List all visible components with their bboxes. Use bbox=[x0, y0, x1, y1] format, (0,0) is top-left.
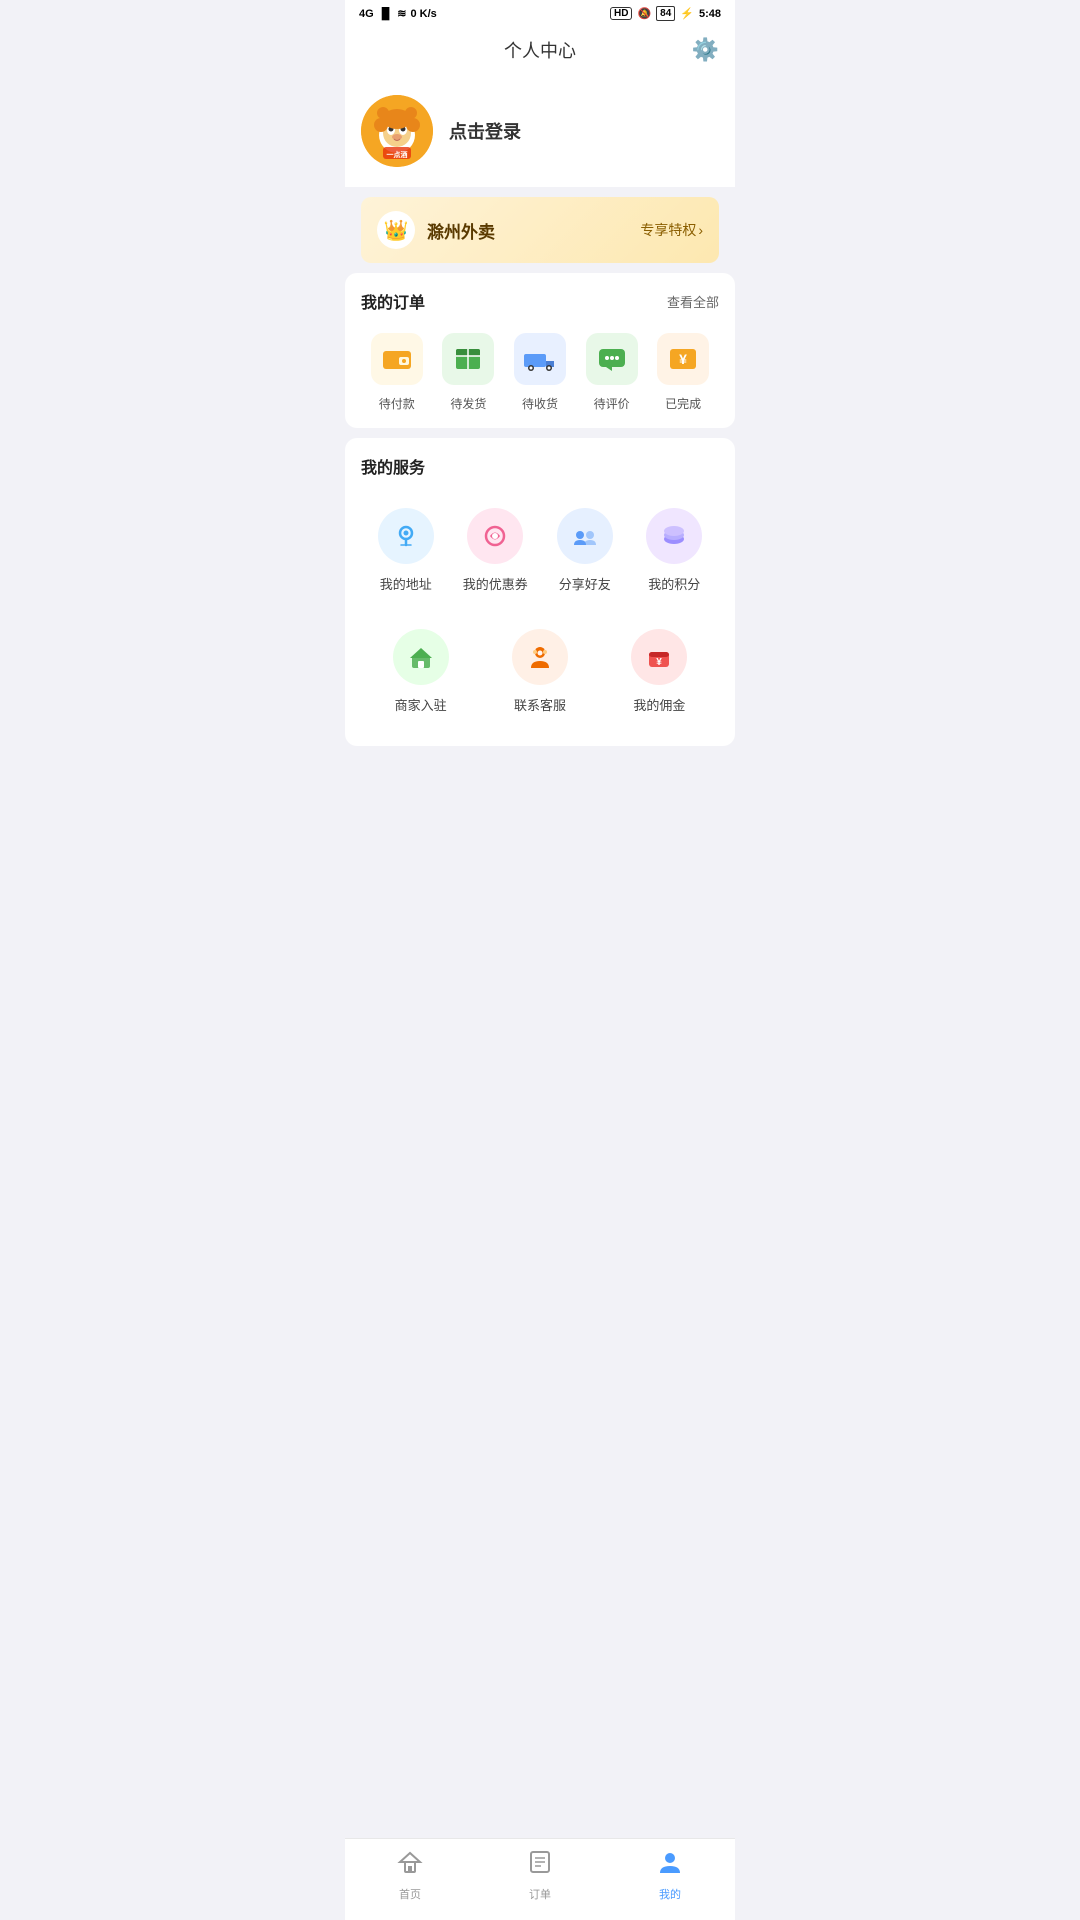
network-signal: 4G bbox=[359, 8, 374, 20]
vip-name: 滁州外卖 bbox=[427, 218, 495, 243]
pending-payment-label: 待付款 bbox=[379, 395, 415, 412]
commission-label: 我的佣金 bbox=[633, 695, 685, 714]
order-icons-row: 待付款 待发货 待收货 待评价 bbox=[361, 333, 719, 412]
services-row-2: 商家入驻 联系客服 ¥ 我的佣金 bbox=[361, 619, 719, 730]
battery-icon: 84 bbox=[656, 6, 675, 21]
order-pending-review[interactable]: 待评价 bbox=[576, 333, 648, 412]
order-completed[interactable]: ¥ 已完成 bbox=[647, 333, 719, 412]
wifi-icon: ▐▌ bbox=[378, 8, 394, 20]
address-icon bbox=[378, 508, 434, 564]
pending-review-icon bbox=[586, 333, 638, 385]
nav-mine[interactable]: 我的 bbox=[605, 1849, 735, 1902]
pending-review-label: 待评价 bbox=[594, 395, 630, 412]
service-support[interactable]: 联系客服 bbox=[480, 619, 599, 730]
services-title: 我的服务 bbox=[361, 454, 425, 478]
mine-icon bbox=[657, 1849, 683, 1882]
coupon-icon bbox=[467, 508, 523, 564]
orders-header: 我的订单 查看全部 bbox=[361, 289, 719, 313]
services-header: 我的服务 bbox=[361, 454, 719, 478]
order-pending-ship[interactable]: 待发货 bbox=[433, 333, 505, 412]
address-label: 我的地址 bbox=[380, 574, 432, 593]
points-label: 我的积分 bbox=[648, 574, 700, 593]
svg-text:一点酒: 一点酒 bbox=[387, 150, 408, 159]
svg-text:¥: ¥ bbox=[679, 351, 687, 367]
merchant-label: 商家入驻 bbox=[395, 695, 447, 714]
service-merchant[interactable]: 商家入驻 bbox=[361, 619, 480, 730]
view-all-orders[interactable]: 查看全部 bbox=[667, 292, 719, 311]
services-row-1: 我的地址 我的优惠券 分享好友 bbox=[361, 498, 719, 609]
orders-title: 我的订单 bbox=[361, 289, 425, 313]
avatar-image: 一点酒 bbox=[361, 95, 433, 167]
page-header: 个人中心 ⚙️ bbox=[345, 25, 735, 75]
merchant-icon bbox=[393, 629, 449, 685]
coupon-label: 我的优惠券 bbox=[463, 574, 528, 593]
completed-icon: ¥ bbox=[657, 333, 709, 385]
support-icon bbox=[512, 629, 568, 685]
bolt-icon: ⚡ bbox=[680, 7, 694, 20]
nav-orders[interactable]: 订单 bbox=[475, 1849, 605, 1902]
service-coupon[interactable]: 我的优惠券 bbox=[451, 498, 541, 609]
share-label: 分享好友 bbox=[559, 574, 611, 593]
data-speed: 0 K/s bbox=[411, 8, 437, 20]
pending-payment-icon bbox=[371, 333, 423, 385]
vip-privilege[interactable]: 专享特权 › bbox=[640, 220, 703, 240]
orders-label: 订单 bbox=[529, 1886, 551, 1902]
service-address[interactable]: 我的地址 bbox=[361, 498, 451, 609]
vip-crown-icon: 👑 bbox=[377, 211, 415, 249]
order-pending-receive[interactable]: 待收货 bbox=[504, 333, 576, 412]
service-points[interactable]: 我的积分 bbox=[630, 498, 720, 609]
hd-badge: HD bbox=[610, 7, 632, 20]
mine-label: 我的 bbox=[659, 1886, 681, 1902]
vip-banner[interactable]: 👑 滁州外卖 专享特权 › bbox=[361, 197, 719, 263]
pending-receive-label: 待收货 bbox=[522, 395, 558, 412]
share-icon bbox=[557, 508, 613, 564]
order-pending-payment[interactable]: 待付款 bbox=[361, 333, 433, 412]
pending-ship-label: 待发货 bbox=[450, 395, 486, 412]
home-label: 首页 bbox=[399, 1886, 421, 1902]
login-text[interactable]: 点击登录 bbox=[449, 118, 521, 144]
avatar[interactable]: 一点酒 bbox=[361, 95, 433, 167]
services-card: 我的服务 我的地址 我的优惠券 分享好友 bbox=[345, 438, 735, 746]
commission-icon: ¥ bbox=[631, 629, 687, 685]
points-icon bbox=[646, 508, 702, 564]
svg-text:¥: ¥ bbox=[657, 657, 663, 668]
bell-icon: 🔕 bbox=[637, 7, 651, 20]
pending-ship-icon bbox=[442, 333, 494, 385]
status-bar: 4G ▐▌ ≋ 0 K/s HD 🔕 84 ⚡ 5:48 bbox=[345, 0, 735, 25]
status-right: HD 🔕 84 ⚡ 5:48 bbox=[610, 6, 721, 21]
wifi-signal: ≋ bbox=[397, 7, 406, 20]
vip-left: 👑 滁州外卖 bbox=[377, 211, 495, 249]
completed-label: 已完成 bbox=[665, 395, 701, 412]
support-label: 联系客服 bbox=[514, 695, 566, 714]
pending-receive-icon bbox=[514, 333, 566, 385]
clock: 5:48 bbox=[699, 8, 721, 20]
page-title: 个人中心 bbox=[504, 37, 576, 63]
vip-privilege-text: 专享特权 bbox=[640, 220, 696, 240]
settings-button[interactable]: ⚙️ bbox=[692, 37, 719, 63]
nav-home[interactable]: 首页 bbox=[345, 1849, 475, 1902]
home-icon bbox=[397, 1849, 423, 1882]
chevron-right-icon: › bbox=[698, 222, 703, 238]
status-left: 4G ▐▌ ≋ 0 K/s bbox=[359, 7, 437, 20]
user-section[interactable]: 一点酒 点击登录 bbox=[345, 75, 735, 187]
orders-card: 我的订单 查看全部 待付款 待发货 待收货 bbox=[345, 273, 735, 428]
service-commission[interactable]: ¥ 我的佣金 bbox=[600, 619, 719, 730]
service-share[interactable]: 分享好友 bbox=[540, 498, 630, 609]
bottom-navigation: 首页 订单 我的 bbox=[345, 1838, 735, 1920]
orders-icon bbox=[527, 1849, 553, 1882]
